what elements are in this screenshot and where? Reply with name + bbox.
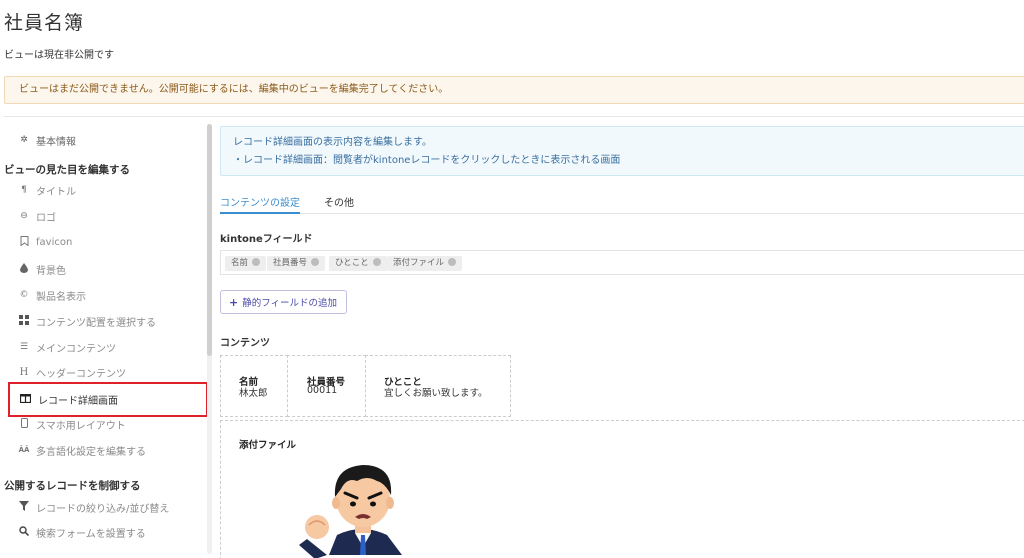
grid-icon (18, 314, 30, 328)
field-chip[interactable]: ひとこと (329, 256, 387, 271)
remove-icon[interactable] (372, 258, 381, 266)
sidebar-item-multilingual[interactable]: ĀĀ 多言語化設定を編集する (18, 441, 146, 459)
eye-icon: ⊖ (20, 211, 28, 221)
info-line: ・レコード詳細画面：閲覧者がkintoneレコードをクリックしたときに表示される… (233, 155, 621, 166)
kintone-field-palette: 名前 社員番号 ひとこと 添付ファイル (220, 250, 1024, 275)
plus-icon: + (229, 295, 239, 309)
sidebar-item-layout[interactable]: コンテンツ配置を選択する (18, 312, 156, 330)
field-chip[interactable]: 名前 (225, 256, 267, 271)
chip-label: 名前 (231, 258, 249, 268)
sidebar-scrollbar-thumb[interactable] (207, 124, 212, 356)
language-icon: ĀĀ (18, 446, 30, 454)
sidebar-section-appearance: ビューの見た目を編集する (4, 164, 130, 176)
field-chip[interactable]: 社員番号 (267, 256, 326, 271)
remove-icon[interactable] (311, 258, 320, 266)
sidebar-item-record-detail[interactable]: レコード詳細画面 (8, 382, 208, 417)
list-icon: ☰ (19, 342, 29, 352)
heading-icon: H (19, 366, 29, 378)
columns-icon (19, 393, 32, 406)
droplet-icon (18, 262, 30, 276)
sidebar-item-label: 検索フォームを設置する (36, 528, 146, 540)
contents-label: コンテンツ (220, 338, 270, 349)
add-static-field-button[interactable]: + 静的フィールドの追加 (220, 290, 347, 314)
sidebar-item-label: 製品名表示 (36, 291, 86, 303)
gear-icon: ✲ (20, 135, 28, 145)
content-cell-comment[interactable]: ひとこと 宜しくお願い致します。 (365, 355, 511, 417)
sidebar-item-label: 基本情報 (36, 136, 76, 148)
info-line: レコード詳細画面の表示内容を編集します。 (233, 137, 432, 148)
bookmark-icon (18, 235, 30, 249)
sidebar-item-basic-info[interactable]: ✲ 基本情報 (18, 131, 76, 149)
remove-icon[interactable] (252, 258, 261, 266)
sidebar-item-label: 背景色 (36, 265, 66, 277)
page-title: 社員名簿 (4, 12, 85, 34)
sidebar-item-label: メインコンテンツ (36, 343, 116, 355)
chip-label: 添付ファイル (393, 258, 445, 268)
mobile-icon (18, 417, 30, 431)
paragraph-icon: ¶ (21, 185, 27, 195)
sidebar-item-favicon[interactable]: favicon (18, 233, 72, 251)
copyright-icon: © (19, 290, 29, 300)
sidebar-item-label: コンテンツ配置を選択する (36, 317, 156, 329)
tab-bar: コンテンツの設定 その他 (220, 192, 1024, 214)
sidebar-item-background[interactable]: 背景色 (18, 260, 66, 278)
cell-title: 添付ファイル (239, 440, 297, 451)
chip-label: ひとこと (335, 258, 369, 268)
filter-icon (18, 500, 30, 514)
content-cell-employee-number[interactable]: 社員番号 00011 (287, 355, 366, 417)
sidebar-item-search-form[interactable]: 検索フォームを設置する (18, 523, 146, 541)
cell-value: 00011 (307, 385, 338, 396)
content-cell-attachment[interactable]: 添付ファイル (220, 420, 1024, 558)
warning-banner: ビューはまだ公開できません。公開可能にするには、編集中のビューを編集完了してくだ… (4, 76, 1024, 104)
kintone-fields-label: kintoneフィールド (220, 234, 313, 245)
tab-content-settings[interactable]: コンテンツの設定 (220, 194, 300, 214)
field-chip[interactable]: 添付ファイル (387, 256, 463, 271)
view-status-text: ビューは現在非公開です (4, 50, 114, 61)
sidebar-item-label: タイトル (36, 186, 76, 198)
sidebar-item-label: 多言語化設定を編集する (36, 446, 146, 458)
sidebar-item-header-content[interactable]: H ヘッダーコンテンツ (18, 363, 126, 381)
chip-label: 社員番号 (273, 258, 308, 268)
remove-icon[interactable] (448, 258, 457, 266)
sidebar-item-title[interactable]: ¶ タイトル (18, 181, 76, 199)
tab-other[interactable]: その他 (324, 194, 354, 214)
sidebar-item-main-content[interactable]: ☰ メインコンテンツ (18, 338, 116, 356)
sidebar-item-label: ヘッダーコンテンツ (36, 368, 126, 380)
sidebar-item-filter-sort[interactable]: レコードの絞り込み/並び替え (18, 498, 169, 516)
sidebar-item-product-name[interactable]: © 製品名表示 (18, 286, 87, 304)
sidebar-item-logo[interactable]: ⊖ ロゴ (18, 207, 56, 225)
sidebar-item-label: ロゴ (36, 212, 56, 224)
cell-value: 林太郎 (239, 388, 268, 399)
sidebar-section-records: 公開するレコードを制御する (4, 480, 141, 492)
cell-value: 宜しくお願い致します。 (384, 388, 488, 399)
search-icon (18, 525, 30, 539)
content-cell-name[interactable]: 名前 林太郎 (220, 355, 288, 417)
sidebar-item-label: レコード詳細画面 (38, 396, 118, 407)
sidebar-item-label: レコードの絞り込み/並び替え (36, 503, 170, 515)
sidebar-item-label: スマホ用レイアウト (36, 420, 126, 432)
sidebar-item-mobile-layout[interactable]: スマホ用レイアウト (18, 415, 126, 433)
attachment-image (299, 465, 402, 558)
sidebar-item-label: favicon (36, 236, 73, 248)
button-label: 静的フィールドの追加 (242, 298, 338, 309)
divider (4, 116, 1024, 117)
info-box: レコード詳細画面の表示内容を編集します。 ・レコード詳細画面：閲覧者がkinto… (220, 126, 1024, 176)
